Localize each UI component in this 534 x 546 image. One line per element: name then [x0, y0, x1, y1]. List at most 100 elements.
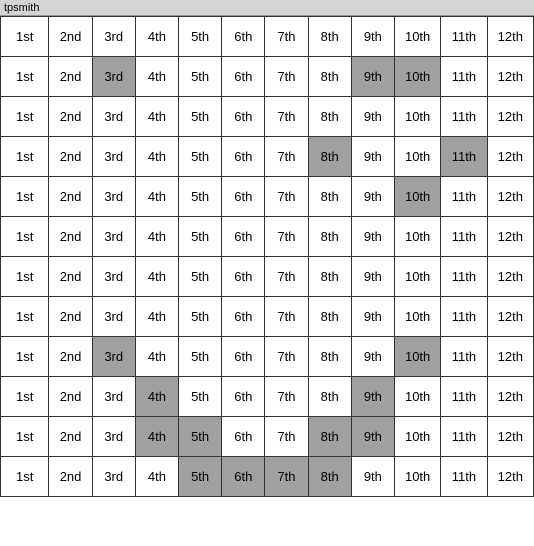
table-cell: 9th — [351, 57, 394, 97]
table-cell: 8th — [308, 417, 351, 457]
table-cell: 5th — [179, 57, 222, 97]
table-cell: 9th — [351, 457, 394, 497]
table-cell: 8th — [308, 177, 351, 217]
table-cell: 9th — [351, 177, 394, 217]
table-cell: 11th — [441, 297, 487, 337]
table-cell: 5th — [179, 257, 222, 297]
table-cell: 3rd — [92, 377, 135, 417]
table-row: 1st2nd3rd4th5th6th7th8th9th10th11th12th — [1, 17, 534, 57]
table-cell: 7th — [265, 377, 308, 417]
table-cell: 8th — [308, 57, 351, 97]
table-cell: 4th — [135, 17, 178, 57]
table-cell: 6th — [222, 137, 265, 177]
table-cell: 6th — [222, 97, 265, 137]
table-cell: 1st — [1, 297, 49, 337]
table-cell: 9th — [351, 217, 394, 257]
table-cell: 12th — [487, 297, 533, 337]
table-cell: 7th — [265, 417, 308, 457]
table-cell: 8th — [308, 377, 351, 417]
table-cell: 11th — [441, 97, 487, 137]
table-cell: 6th — [222, 57, 265, 97]
table-cell: 7th — [265, 257, 308, 297]
table-cell: 5th — [179, 137, 222, 177]
table-cell: 7th — [265, 457, 308, 497]
table-cell: 1st — [1, 137, 49, 177]
table-cell: 4th — [135, 457, 178, 497]
table-cell: 12th — [487, 337, 533, 377]
table-cell: 8th — [308, 97, 351, 137]
table-cell: 4th — [135, 217, 178, 257]
table-cell: 11th — [441, 57, 487, 97]
table-cell: 12th — [487, 137, 533, 177]
table-row: 1st2nd3rd4th5th6th7th8th9th10th11th12th — [1, 57, 534, 97]
table-cell: 5th — [179, 17, 222, 57]
table-row: 1st2nd3rd4th5th6th7th8th9th10th11th12th — [1, 337, 534, 377]
table-cell: 5th — [179, 377, 222, 417]
table-cell: 10th — [394, 457, 440, 497]
table-cell: 3rd — [92, 217, 135, 257]
table-cell: 6th — [222, 337, 265, 377]
title-bar: tpsmith — [0, 0, 534, 16]
table-cell: 4th — [135, 377, 178, 417]
table-cell: 5th — [179, 97, 222, 137]
table-cell: 7th — [265, 137, 308, 177]
table-row: 1st2nd3rd4th5th6th7th8th9th10th11th12th — [1, 457, 534, 497]
table-cell: 4th — [135, 57, 178, 97]
table-cell: 1st — [1, 57, 49, 97]
table-cell: 6th — [222, 257, 265, 297]
table-cell: 2nd — [49, 297, 92, 337]
app-title: tpsmith — [4, 2, 39, 14]
table-cell: 9th — [351, 417, 394, 457]
table-cell: 12th — [487, 457, 533, 497]
table-row: 1st2nd3rd4th5th6th7th8th9th10th11th12th — [1, 137, 534, 177]
table-cell: 6th — [222, 17, 265, 57]
table-cell: 10th — [394, 177, 440, 217]
table-cell: 4th — [135, 257, 178, 297]
table-cell: 11th — [441, 257, 487, 297]
table-cell: 9th — [351, 137, 394, 177]
table-cell: 4th — [135, 137, 178, 177]
table-cell: 6th — [222, 217, 265, 257]
table-cell: 9th — [351, 97, 394, 137]
table-cell: 8th — [308, 137, 351, 177]
table-cell: 3rd — [92, 137, 135, 177]
table-cell: 1st — [1, 417, 49, 457]
table-cell: 1st — [1, 217, 49, 257]
table-cell: 11th — [441, 177, 487, 217]
table-cell: 5th — [179, 177, 222, 217]
table-cell: 9th — [351, 337, 394, 377]
table-cell: 4th — [135, 417, 178, 457]
table-cell: 5th — [179, 297, 222, 337]
table-cell: 9th — [351, 377, 394, 417]
table-cell: 7th — [265, 337, 308, 377]
table-cell: 2nd — [49, 177, 92, 217]
table-cell: 2nd — [49, 97, 92, 137]
table-cell: 12th — [487, 417, 533, 457]
table-cell: 11th — [441, 17, 487, 57]
table-row: 1st2nd3rd4th5th6th7th8th9th10th11th12th — [1, 297, 534, 337]
table-cell: 4th — [135, 297, 178, 337]
table-cell: 2nd — [49, 377, 92, 417]
table-cell: 3rd — [92, 177, 135, 217]
table-cell: 10th — [394, 297, 440, 337]
table-cell: 10th — [394, 217, 440, 257]
table-cell: 7th — [265, 217, 308, 257]
table-row: 1st2nd3rd4th5th6th7th8th9th10th11th12th — [1, 377, 534, 417]
table-cell: 3rd — [92, 337, 135, 377]
table-cell: 1st — [1, 257, 49, 297]
table-cell: 4th — [135, 97, 178, 137]
table-cell: 2nd — [49, 417, 92, 457]
table-cell: 8th — [308, 337, 351, 377]
table-cell: 2nd — [49, 137, 92, 177]
table-cell: 3rd — [92, 57, 135, 97]
table-cell: 6th — [222, 177, 265, 217]
table-cell: 10th — [394, 417, 440, 457]
table-cell: 6th — [222, 377, 265, 417]
table-cell: 2nd — [49, 217, 92, 257]
table-cell: 11th — [441, 417, 487, 457]
table-cell: 5th — [179, 417, 222, 457]
table-cell: 11th — [441, 457, 487, 497]
table-cell: 12th — [487, 17, 533, 57]
table-cell: 7th — [265, 177, 308, 217]
table-cell: 1st — [1, 457, 49, 497]
